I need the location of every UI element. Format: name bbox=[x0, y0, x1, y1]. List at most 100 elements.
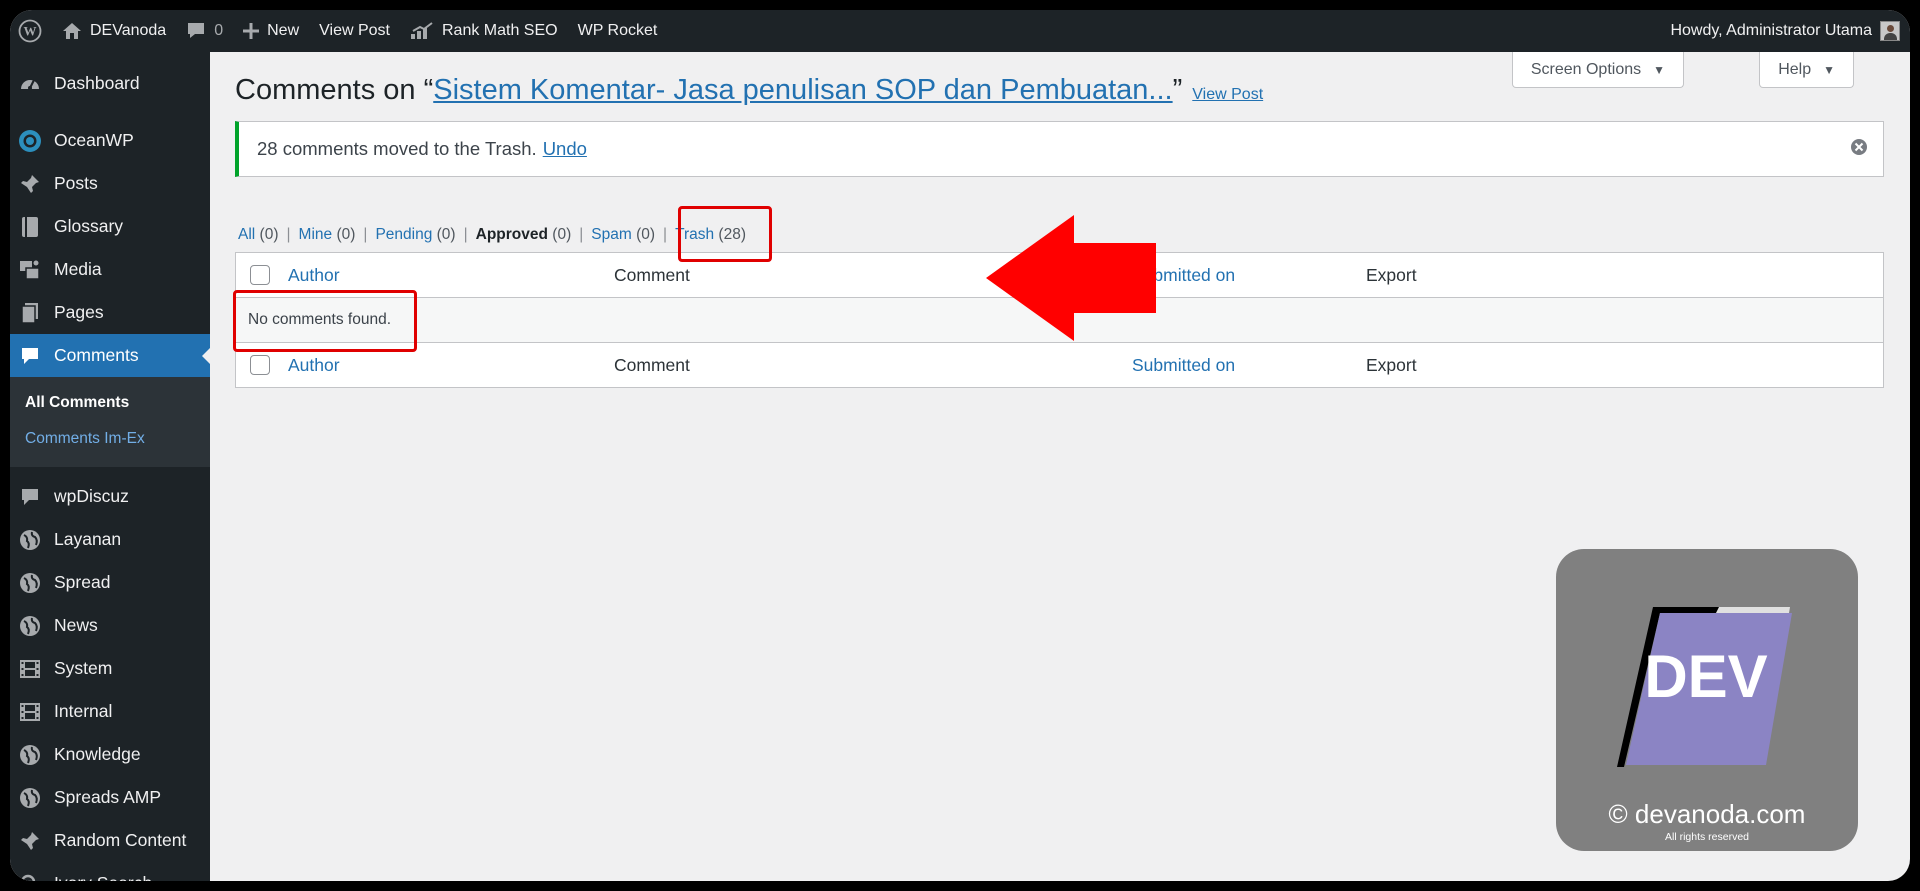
filter-pending[interactable]: Pending bbox=[375, 226, 432, 243]
sidebar-item-pages[interactable]: Pages bbox=[10, 291, 210, 334]
wp-rocket-label: WP Rocket bbox=[577, 22, 658, 39]
column-comment-footer: Comment bbox=[614, 355, 690, 375]
howdy-label: Howdy, Administrator Utama bbox=[1670, 22, 1872, 39]
comment-icon bbox=[18, 485, 42, 509]
sidebar-item-posts[interactable]: Posts bbox=[10, 162, 210, 205]
site-name-link[interactable]: DEVanoda bbox=[52, 10, 176, 52]
wordpress-logo-icon: W bbox=[18, 19, 42, 43]
pin-icon bbox=[18, 829, 42, 853]
caret-down-icon: ▼ bbox=[1823, 62, 1835, 77]
column-author-footer[interactable]: Author bbox=[288, 355, 340, 376]
sidebar-item-label: Spread bbox=[54, 572, 111, 592]
filter-mine[interactable]: Mine bbox=[299, 226, 333, 243]
help-label: Help bbox=[1778, 60, 1812, 78]
globe-icon bbox=[18, 571, 42, 595]
globe-icon bbox=[18, 786, 42, 810]
sidebar-item-label: Pages bbox=[54, 302, 104, 322]
red-arrow-annotation bbox=[986, 215, 1156, 341]
oceanwp-icon bbox=[18, 129, 42, 153]
submenu-comments-imex[interactable]: Comments Im-Ex bbox=[10, 421, 210, 457]
home-icon bbox=[62, 22, 82, 40]
status-filters: All (0) | Mine (0) | Pending (0) | Approved (0… bbox=[238, 226, 746, 244]
devanoda-watermark: DEV © devanoda.com All rights reserved bbox=[1556, 549, 1858, 851]
submenu-all-comments[interactable]: All Comments bbox=[10, 385, 210, 421]
sidebar-item-system[interactable]: System bbox=[10, 647, 210, 690]
sidebar-item-label: Dashboard bbox=[54, 73, 140, 93]
sidebar-item-label: Spreads AMP bbox=[54, 787, 161, 807]
sidebar-item-knowledge[interactable]: Knowledge bbox=[10, 733, 210, 776]
undo-link[interactable]: Undo bbox=[543, 138, 587, 160]
sidebar-item-random-content[interactable]: Random Content bbox=[10, 819, 210, 862]
filter-approved-count: (0) bbox=[552, 226, 572, 243]
title-prefix: Comments on “ bbox=[235, 74, 434, 106]
screen-options-button[interactable]: Screen Options ▼ bbox=[1511, 52, 1684, 88]
select-all-checkbox-footer[interactable] bbox=[250, 355, 270, 375]
sidebar-item-label: wpDiscuz bbox=[54, 486, 129, 506]
admin-comments-link[interactable]: 0 bbox=[176, 10, 233, 52]
sidebar-item-label: Random Content bbox=[54, 830, 187, 850]
sidebar-item-glossary[interactable]: Glossary bbox=[10, 205, 210, 248]
sidebar-item-label: Media bbox=[54, 259, 102, 279]
wp-rocket-link[interactable]: WP Rocket bbox=[568, 10, 668, 52]
comment-bubble-icon bbox=[186, 22, 206, 40]
sidebar-item-internal[interactable]: Internal bbox=[10, 690, 210, 733]
trash-highlight-box bbox=[678, 206, 772, 262]
trash-notice: 28 comments moved to the Trash. Undo bbox=[235, 121, 1884, 177]
svg-text:W: W bbox=[24, 24, 37, 39]
rank-math-link[interactable]: Rank Math SEO bbox=[400, 10, 568, 52]
new-content-link[interactable]: New bbox=[233, 10, 309, 52]
column-comment: Comment bbox=[614, 265, 690, 285]
my-account-link[interactable]: Howdy, Administrator Utama bbox=[1660, 10, 1910, 52]
globe-icon bbox=[18, 528, 42, 552]
sidebar-item-media[interactable]: Media bbox=[10, 248, 210, 291]
filter-spam[interactable]: Spam bbox=[591, 226, 632, 243]
sidebar-item-label: News bbox=[54, 615, 98, 635]
site-name: DEVanoda bbox=[90, 22, 167, 39]
wordpress-logo-button[interactable]: W bbox=[10, 10, 52, 52]
filter-separator: | bbox=[286, 226, 291, 243]
post-title-link[interactable]: Sistem Komentar- Jasa penulisan SOP dan … bbox=[433, 74, 1172, 106]
sidebar-item-ivory-search[interactable]: Ivory Search bbox=[10, 862, 210, 881]
sidebar-item-comments[interactable]: Comments bbox=[10, 334, 210, 377]
sidebar-item-oceanwp[interactable]: OceanWP bbox=[10, 119, 210, 162]
filter-all[interactable]: All bbox=[238, 226, 255, 243]
table-footer-row: Author Comment Submitted on Export bbox=[236, 342, 1883, 387]
sidebar-item-label: Knowledge bbox=[54, 744, 141, 764]
sidebar-item-wpdiscuz[interactable]: wpDiscuz bbox=[10, 475, 210, 518]
empty-message-highlight-box bbox=[233, 290, 417, 352]
sidebar-item-label: Layanan bbox=[54, 529, 122, 549]
filter-separator: | bbox=[579, 226, 584, 243]
sidebar-item-spread[interactable]: Spread bbox=[10, 561, 210, 604]
sidebar-item-label: Glossary bbox=[54, 216, 124, 236]
title-suffix: ” bbox=[1172, 74, 1183, 106]
avatar bbox=[1880, 21, 1900, 41]
view-post-link[interactable]: View Post bbox=[1192, 86, 1263, 103]
filter-separator: | bbox=[663, 226, 668, 243]
sidebar-item-label: OceanWP bbox=[54, 130, 134, 150]
sidebar-item-spreads-amp[interactable]: Spreads AMP bbox=[10, 776, 210, 819]
column-export: Export bbox=[1366, 265, 1417, 285]
sidebar-item-layanan[interactable]: Layanan bbox=[10, 518, 210, 561]
select-all-checkbox[interactable] bbox=[250, 265, 270, 285]
sidebar-item-label: Internal bbox=[54, 701, 113, 721]
column-submitted-on-footer[interactable]: Submitted on bbox=[1132, 355, 1235, 376]
film-icon bbox=[18, 700, 42, 724]
adminbar-view-post-link[interactable]: View Post bbox=[309, 10, 400, 52]
sidebar-item-news[interactable]: News bbox=[10, 604, 210, 647]
filter-approved[interactable]: Approved bbox=[476, 226, 548, 243]
watermark-site: © devanoda.com bbox=[1608, 799, 1806, 829]
notice-message: 28 comments moved to the Trash. bbox=[257, 138, 537, 159]
sidebar-item-dashboard[interactable]: Dashboard bbox=[10, 62, 210, 105]
dashboard-icon bbox=[18, 72, 42, 96]
dismiss-icon[interactable] bbox=[1849, 137, 1869, 157]
help-button[interactable]: Help ▼ bbox=[1759, 52, 1854, 88]
column-export-footer: Export bbox=[1366, 355, 1417, 375]
column-author[interactable]: Author bbox=[288, 265, 340, 286]
pages-icon bbox=[18, 301, 42, 325]
rank-math-icon bbox=[410, 22, 434, 40]
book-icon bbox=[18, 215, 42, 239]
plus-icon bbox=[243, 23, 260, 39]
watermark-rights: All rights reserved bbox=[1664, 831, 1750, 843]
caret-down-icon: ▼ bbox=[1653, 62, 1665, 77]
screen-options-label: Screen Options bbox=[1530, 60, 1642, 78]
